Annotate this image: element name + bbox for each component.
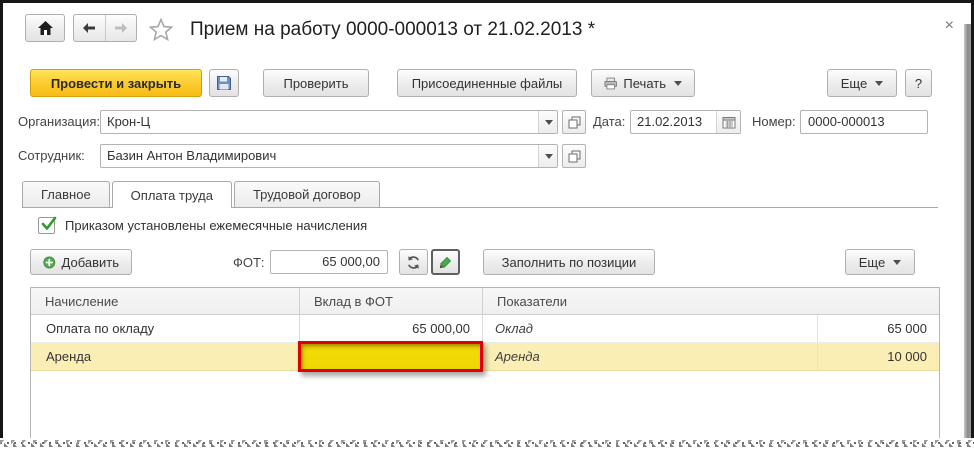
- accrual-cell[interactable]: Аренда: [31, 343, 300, 370]
- refresh-fot-button[interactable]: [399, 249, 428, 275]
- table-command-bar: Добавить ФОТ: 65 000,00 Заполнить по поз…: [0, 249, 960, 277]
- toolbar-more-button[interactable]: Еще: [827, 69, 897, 97]
- green-check-icon: [41, 216, 57, 230]
- caret-down-icon: [674, 80, 682, 86]
- window-right-shadow: [964, 24, 971, 443]
- table-header-row: Начисление Вклад в ФОТ Показатели: [31, 288, 939, 315]
- screenshot-torn-edge: [0, 438, 974, 449]
- number-label: Номер:: [752, 114, 796, 129]
- monthly-accruals-checkbox-label: Приказом установлены ежемесячные начисле…: [65, 218, 368, 233]
- edit-fot-button[interactable]: [431, 249, 460, 275]
- table-row[interactable]: Оплата по окладу 65 000,00 Оклад 65 000: [31, 315, 939, 343]
- favorite-star-button[interactable]: [148, 17, 174, 44]
- forward-arrow-icon: [114, 23, 127, 33]
- accruals-table: Начисление Вклад в ФОТ Показатели Оплата…: [30, 287, 940, 442]
- date-calendar-button[interactable]: [716, 111, 740, 133]
- pencil-icon: [439, 256, 452, 268]
- star-icon: [148, 17, 174, 42]
- date-label: Дата:: [593, 114, 626, 129]
- add-row-button[interactable]: Добавить: [30, 249, 132, 275]
- fill-by-position-button[interactable]: Заполнить по позиции: [483, 249, 655, 275]
- attached-files-button[interactable]: Присоединенные файлы: [397, 69, 577, 97]
- table-row-selected[interactable]: Аренда Аренда 10 000: [31, 341, 939, 372]
- picker-icon: [568, 116, 580, 128]
- caret-down-icon: [545, 153, 553, 159]
- add-plus-icon: [43, 256, 56, 268]
- nav-history-group: [73, 14, 137, 42]
- caret-down-icon: [893, 259, 902, 265]
- print-button[interactable]: Печать: [591, 69, 695, 97]
- help-button[interactable]: ?: [905, 69, 932, 97]
- printer-icon: [604, 77, 617, 89]
- tab-labor-contract[interactable]: Трудовой договор: [233, 181, 380, 207]
- fot-label: ФОТ:: [233, 255, 265, 270]
- caret-down-icon: [545, 119, 553, 125]
- tab-payroll[interactable]: Оплата труда: [111, 181, 232, 208]
- forward-button[interactable]: [104, 15, 137, 41]
- indicator-name-cell[interactable]: Оклад: [483, 315, 818, 342]
- organization-input[interactable]: Крон-Ц: [100, 110, 558, 134]
- home-icon: [37, 21, 53, 35]
- post-and-close-button[interactable]: Провести и закрыть: [30, 69, 202, 97]
- fot-input[interactable]: 65 000,00: [270, 250, 388, 274]
- tab-strip: Главное Оплата труда Трудовой договор: [22, 181, 938, 208]
- organization-picker-button[interactable]: [562, 110, 586, 134]
- column-header-indicators[interactable]: Показатели: [483, 288, 939, 314]
- number-input[interactable]: 0000-000013: [800, 110, 928, 134]
- column-header-fot-contribution[interactable]: Вклад в ФОТ: [300, 288, 483, 314]
- refresh-icon: [408, 255, 419, 269]
- accrual-cell[interactable]: Оплата по окладу: [31, 315, 300, 342]
- active-cell-highlight[interactable]: [298, 341, 483, 372]
- employee-input[interactable]: Базин Антон Владимирович: [100, 144, 558, 168]
- back-button[interactable]: [74, 15, 105, 41]
- employee-dropdown-button[interactable]: [538, 145, 557, 167]
- back-arrow-icon: [83, 23, 96, 33]
- employee-label: Сотрудник:: [18, 148, 85, 163]
- verify-button[interactable]: Проверить: [263, 69, 369, 97]
- close-icon[interactable]: ×: [941, 16, 958, 36]
- caret-down-icon: [875, 80, 884, 86]
- save-icon: [217, 76, 231, 90]
- picker-icon: [568, 150, 580, 162]
- calendar-icon: [722, 116, 735, 128]
- indicator-name-cell[interactable]: Аренда: [483, 343, 818, 370]
- indicator-value-cell[interactable]: 10 000: [818, 343, 939, 370]
- date-input[interactable]: 21.02.2013: [630, 110, 741, 134]
- column-header-accrual[interactable]: Начисление: [31, 288, 300, 314]
- save-button[interactable]: [209, 69, 239, 97]
- indicator-value-cell[interactable]: 65 000: [818, 315, 939, 342]
- organization-label: Организация:: [18, 114, 101, 129]
- tab-main[interactable]: Главное: [22, 181, 110, 207]
- page-title: Прием на работу 0000-000013 от 21.02.201…: [190, 19, 596, 40]
- fot-contribution-cell[interactable]: 65 000,00: [300, 315, 483, 342]
- employee-picker-button[interactable]: [562, 144, 586, 168]
- organization-dropdown-button[interactable]: [538, 111, 557, 133]
- monthly-accruals-checkbox[interactable]: [38, 216, 57, 234]
- fot-contribution-cell-active[interactable]: [298, 341, 483, 372]
- table-more-button[interactable]: Еще: [845, 249, 915, 275]
- home-button[interactable]: [25, 14, 65, 42]
- toolbar: Провести и закрыть Проверить Присоединен…: [0, 69, 960, 99]
